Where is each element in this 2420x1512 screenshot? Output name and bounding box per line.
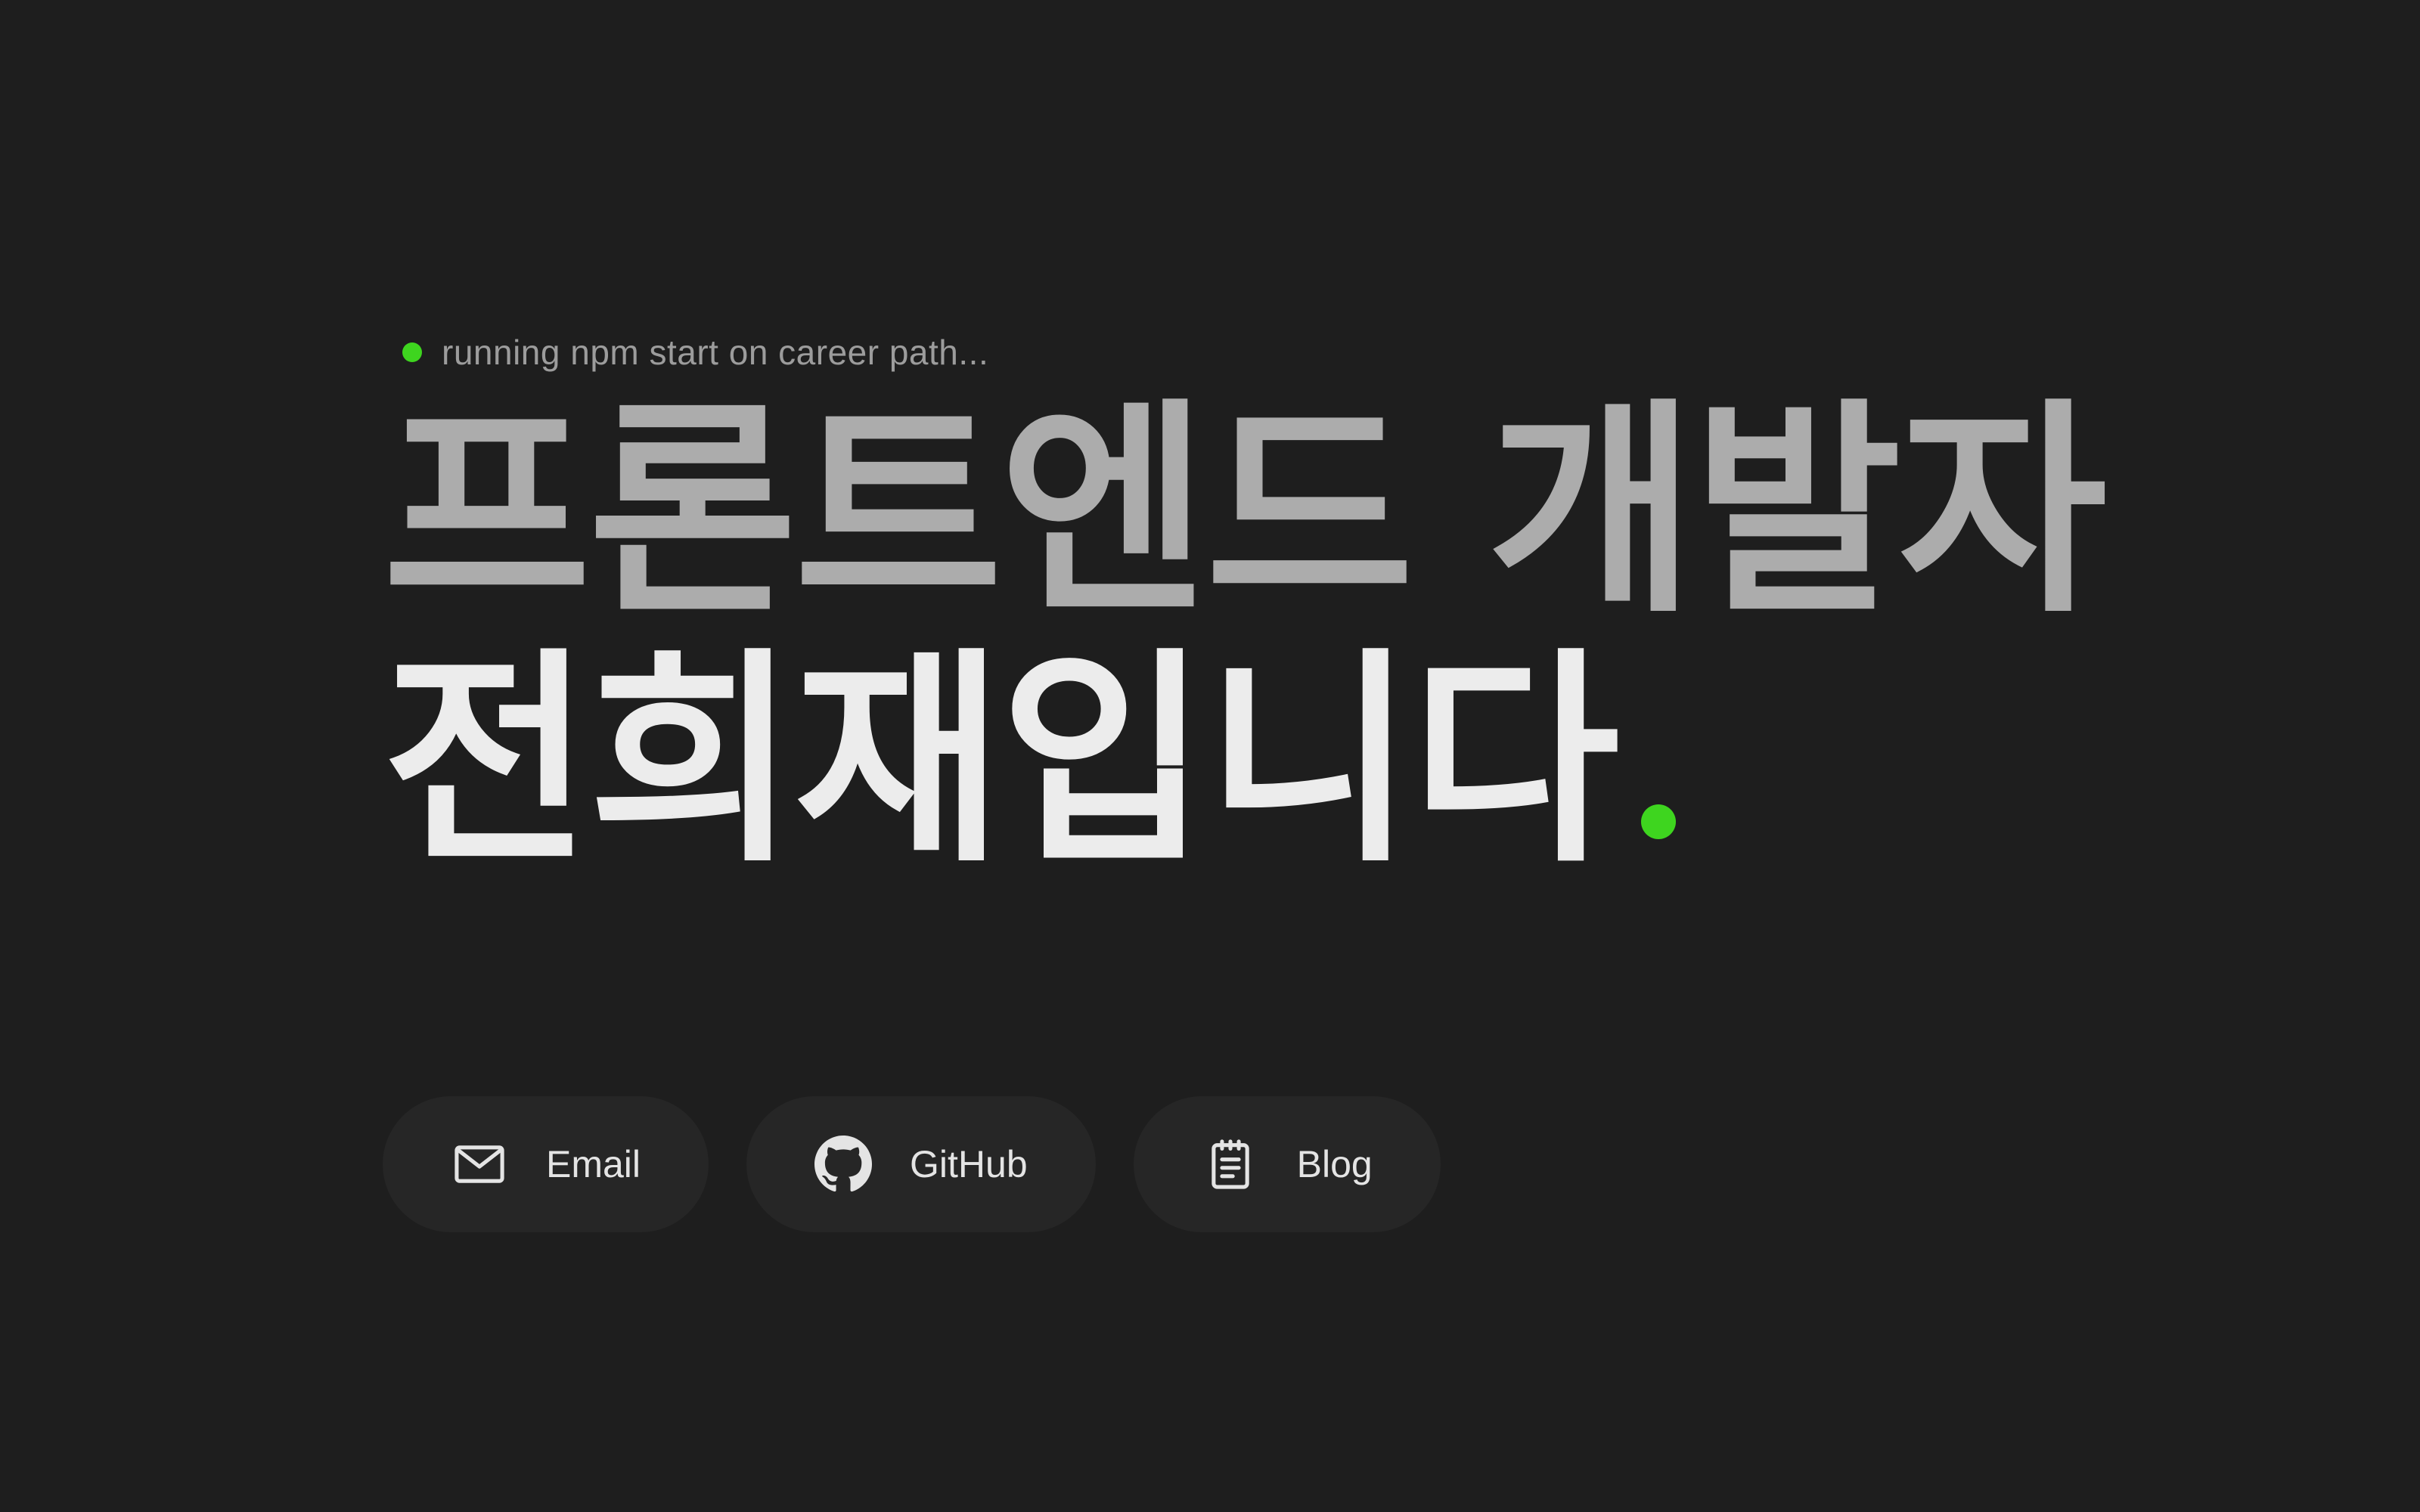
accent-dot bbox=[1641, 804, 1676, 839]
github-icon bbox=[814, 1136, 873, 1193]
status-dot bbox=[402, 342, 422, 362]
headline-name-text: 전희재입니다 bbox=[383, 629, 1620, 893]
github-button[interactable]: GitHub bbox=[746, 1096, 1096, 1232]
hero-section: running npm start on career path... 프론트엔… bbox=[383, 318, 2198, 886]
email-button[interactable]: Email bbox=[383, 1096, 709, 1232]
blog-label: Blog bbox=[1296, 1143, 1373, 1185]
contact-links: Email GitHub Blog bbox=[383, 1096, 1441, 1232]
status-text: running npm start on career path... bbox=[442, 333, 989, 372]
email-label: Email bbox=[546, 1143, 641, 1185]
status-line: running npm start on career path... bbox=[402, 318, 2198, 387]
mail-icon bbox=[451, 1136, 508, 1193]
headline-line-name: 전희재입니다 bbox=[383, 637, 2198, 886]
headline-line-role: 프론트엔드 개발자 bbox=[383, 380, 2107, 643]
headline: 프론트엔드 개발자 전희재입니다 bbox=[383, 387, 2198, 886]
github-label: GitHub bbox=[910, 1143, 1028, 1185]
blog-button[interactable]: Blog bbox=[1133, 1096, 1441, 1232]
notepad-icon bbox=[1202, 1136, 1259, 1193]
